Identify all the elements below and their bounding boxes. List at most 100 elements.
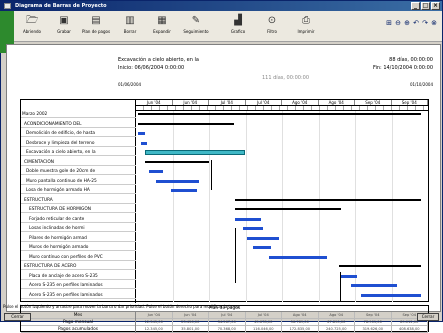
task-row[interactable]: Placa de anclaje de acero S-235 [21, 273, 136, 280]
gantt-document: Excavación a cielo abierto, en la Inicio… [6, 44, 441, 333]
fit-icon[interactable]: ⊞ [385, 19, 393, 28]
payment-cell: Ago '04 [319, 312, 355, 319]
close-button[interactable]: × [431, 2, 440, 10]
month-label: Ago '04 [319, 100, 355, 105]
task-bar[interactable] [341, 274, 357, 278]
zoom-in-icon[interactable]: ⊕ [403, 19, 411, 28]
filter-icon: ⊙ [267, 15, 277, 26]
close-left-button[interactable]: Cerrar [4, 313, 31, 321]
task-list: Marzo 2002 ACONDICIONAMIENTO DEL Demolició… [21, 100, 136, 303]
task-bar[interactable] [269, 255, 327, 259]
task-bar[interactable] [243, 227, 263, 230]
open-button[interactable]: 🗁 Abriendo [17, 14, 47, 39]
payment-cell: Ago '04 [282, 312, 319, 319]
cancel-icon[interactable]: ⊗ [430, 19, 438, 28]
grid-line [355, 111, 356, 302]
task-row[interactable]: Marzo 2002 [21, 111, 136, 118]
task-row[interactable]: Desbroce y limpieza del terreno [21, 140, 136, 147]
summary-bar[interactable] [138, 122, 234, 125]
expand-button[interactable]: ▦ Expandir [147, 14, 177, 39]
payments-button[interactable]: ▤ Plan de pagos [81, 14, 111, 39]
task-row[interactable]: Demolición de edificio, de hasta [21, 130, 136, 137]
range-end: 01/10/2004 [409, 82, 433, 87]
grid-line [391, 111, 393, 302]
task-row[interactable]: Acero S-235 en perfiles laminados [21, 282, 136, 289]
task-bar[interactable] [361, 293, 421, 297]
payment-cell: 70.368,00 [209, 326, 246, 333]
payment-row-label: Mes [21, 312, 136, 319]
month-label: Jul '04 [246, 100, 282, 105]
delete-button[interactable]: ▥ Borrar [115, 14, 145, 39]
task-row[interactable]: Acero S-235 en perfiles laminados [21, 292, 136, 299]
month-label: Sep '04 [392, 100, 428, 105]
filter-button[interactable]: ⊙ Filtro [257, 14, 287, 39]
payment-row-label: Pago mensual [21, 319, 136, 326]
task-start-header: Inicio: 06/06/2004 0:00:00 [118, 65, 185, 71]
task-bar[interactable] [149, 170, 163, 173]
chart-button[interactable]: ▟ Grafico [223, 14, 253, 39]
task-bar[interactable] [156, 179, 199, 183]
task-row[interactable]: Muro pantalla continuo de HA-25 [21, 178, 136, 185]
status-bar: Pulse el botón izquierdo y arrastre para… [3, 304, 241, 309]
delete-icon: ▥ [125, 15, 135, 26]
payment-cell: 12.345,00 [136, 319, 173, 326]
task-end-header: Fin: 14/10/2004 0:00:00 [372, 65, 433, 71]
task-row[interactable]: CIMENTACIÓN [21, 159, 136, 166]
task-bar[interactable] [253, 246, 271, 249]
task-duration-header: 88 días, 00:00:00 [389, 57, 433, 63]
summary-bar[interactable] [235, 198, 421, 201]
maximize-button[interactable]: □ [421, 2, 430, 10]
summary-bar[interactable] [339, 265, 421, 267]
payment-cell: 240.725,00 [319, 326, 355, 333]
grid-line [209, 111, 210, 302]
task-row[interactable]: Losas inclinadas de hormi [21, 225, 136, 232]
payment-cell: 34.567,00 [209, 319, 246, 326]
zoom-out-icon[interactable]: ⊖ [394, 19, 402, 28]
task-bar[interactable] [145, 150, 245, 155]
undo-icon[interactable]: ↶ [412, 19, 420, 28]
tracking-button[interactable]: ✎ Seguimiento [181, 14, 211, 39]
payment-row: Pago mensual 12.345,00 23.456,00 34.567,00 4… [21, 319, 428, 326]
gantt-chart[interactable]: Marzo 2002 ACONDICIONAMIENTO DEL Demolició… [20, 99, 429, 303]
task-row[interactable]: Muro contínuo con perfiles de PVC [21, 254, 136, 261]
payments-icon: ▤ [91, 15, 101, 26]
task-row[interactable]: Forjado reticular de cante [21, 216, 136, 223]
close-right-button[interactable]: Cerrar [417, 313, 439, 321]
summary-bar[interactable] [235, 208, 341, 210]
print-button[interactable]: ⎙ Imprimir [291, 14, 321, 39]
window-title: Diagrama de Barras de Proyecto [15, 3, 107, 9]
task-row[interactable]: ESTRUCTURA DE HORMIGÓN [21, 206, 136, 213]
task-row[interactable]: ESTRUCTURA [21, 197, 136, 204]
save-button[interactable]: ▣ Grabar [49, 14, 79, 39]
task-bar[interactable] [235, 217, 261, 221]
month-label: Jun '04 [173, 100, 209, 105]
task-bar[interactable] [247, 236, 279, 240]
payment-cell: 78.901,00 [355, 319, 392, 326]
redo-icon[interactable]: ↷ [421, 19, 429, 28]
payment-cell: 408.638,00 [392, 326, 428, 333]
dependency-link [211, 160, 212, 190]
task-row[interactable]: Losa de hormigón armado HA [21, 187, 136, 194]
task-bar[interactable] [141, 141, 147, 145]
summary-bar[interactable] [145, 160, 209, 163]
task-row[interactable]: Doble muestra gole de 20cm de [21, 168, 136, 175]
task-row[interactable]: Excavación a cielo abierto, en la [21, 149, 136, 156]
task-bar[interactable] [351, 284, 397, 287]
summary-bar[interactable] [138, 113, 421, 115]
minimize-button[interactable]: _ [411, 2, 420, 10]
task-row[interactable]: Pilares de hormigón armad [21, 235, 136, 242]
open-icon: 🗁 [26, 15, 39, 26]
task-row[interactable]: ESTRUCTURA DE ACERO [21, 263, 136, 270]
grid-line [172, 111, 174, 302]
task-bar[interactable] [171, 189, 197, 192]
payment-cell: 319.626,00 [355, 326, 392, 333]
app-window: Diagrama de Barras de Proyecto _ □ × 🗁 Ab… [0, 0, 443, 333]
tracking-icon: ✎ [191, 15, 201, 26]
task-row[interactable]: Muros de hormigón armado [21, 244, 136, 251]
task-row[interactable]: ACONDICIONAMIENTO DEL [21, 121, 136, 128]
zoom-tools: ⊞ ⊖ ⊕ ↶ ↷ ⊗ [385, 19, 438, 28]
dependency-link [340, 272, 341, 302]
grid-line [245, 111, 247, 302]
task-bar[interactable] [138, 132, 145, 135]
title-bar[interactable]: Diagrama de Barras de Proyecto _ □ × [1, 1, 442, 11]
